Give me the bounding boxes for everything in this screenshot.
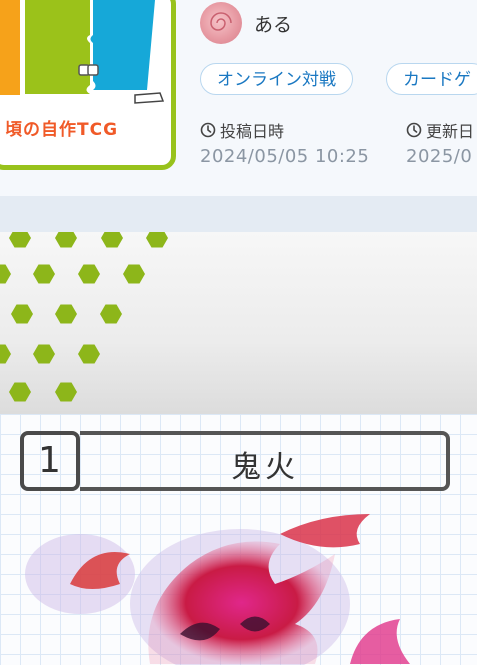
hexagon-shape [78, 264, 100, 284]
hexagon-shape [9, 232, 31, 248]
hexagon-shape [55, 304, 77, 324]
hexagon-shape [146, 232, 168, 248]
posted-date: 2024/05/05 10:25 [200, 146, 370, 167]
thumbnail-caption: 頃の自作TCG [5, 120, 119, 140]
card-number: 1 [38, 440, 61, 481]
hexagon-shape [33, 344, 55, 364]
tag-card-game[interactable]: カードゲ [386, 63, 477, 95]
clock-icon [406, 122, 422, 138]
tag-online-battle[interactable]: オンライン対戦 [200, 63, 353, 95]
hexagon-shape [9, 382, 31, 402]
section-divider [0, 196, 477, 232]
hexagon-shape [123, 264, 145, 284]
hexagon-shape [55, 232, 77, 248]
posted-label: 投稿日時 [220, 122, 285, 141]
post-header: 頃の自作TCG ある オンライン対戦 カードゲ 投稿日時 2024/05/05 … [0, 0, 477, 196]
hexagon-shape [0, 264, 11, 284]
posted-label-row: 投稿日時 [200, 118, 284, 142]
hexagon-shape [33, 264, 55, 284]
updated-date: 2025/0 [406, 146, 473, 167]
user-name[interactable]: ある [254, 10, 292, 37]
post-thumbnail[interactable]: 頃の自作TCG [0, 0, 176, 170]
hexagon-shape [11, 304, 33, 324]
clock-icon [200, 122, 216, 138]
card-name: 鬼火 [231, 450, 299, 485]
hexagon-shape [55, 382, 77, 402]
card-preview[interactable]: 1 鬼火 [0, 414, 477, 665]
updated-label: 更新日 [426, 122, 475, 141]
hexagon-banner [0, 232, 477, 414]
card-artwork-flame [25, 514, 410, 665]
hexagon-shape [78, 344, 100, 364]
hexagon-shape [100, 304, 122, 324]
avatar[interactable] [200, 2, 242, 44]
hexagon-shape [0, 344, 11, 364]
hexagon-pattern [0, 232, 168, 402]
hexagon-shape [101, 232, 123, 248]
updated-label-row: 更新日 [406, 118, 474, 142]
